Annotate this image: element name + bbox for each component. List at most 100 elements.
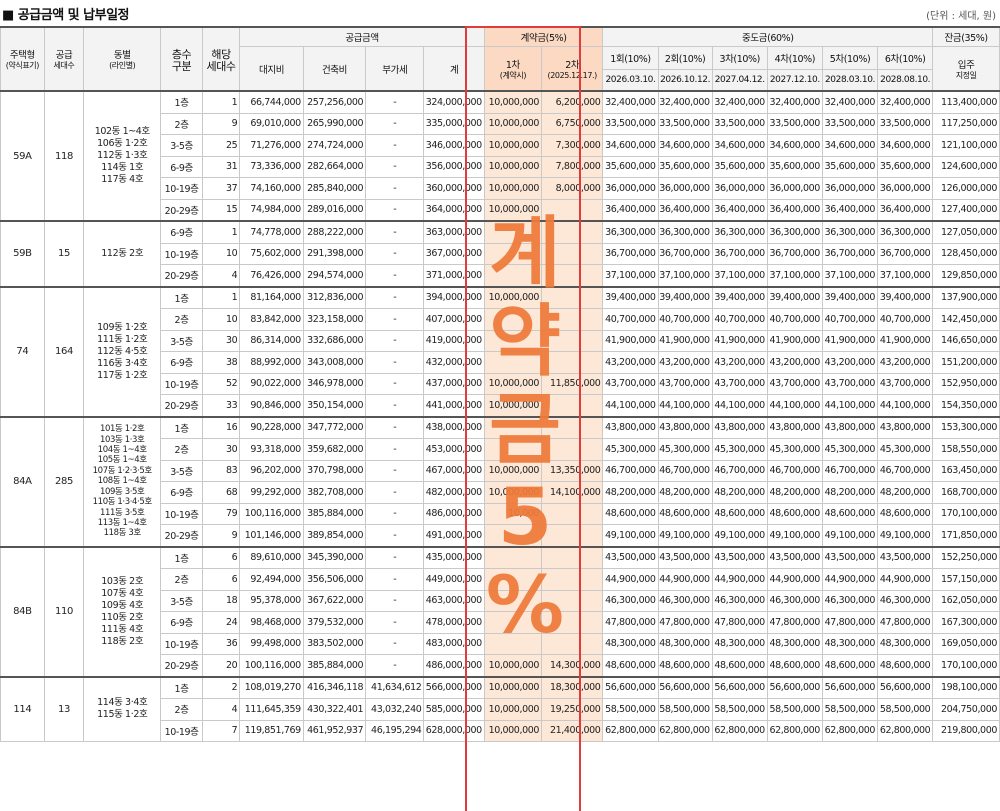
cell-mid-3: 46,700,000	[711, 459, 768, 482]
cell-build: 430,322,401	[302, 698, 367, 721]
cell-count: 9	[201, 112, 241, 135]
cell-build: 461,952,937	[302, 719, 367, 742]
cell-contract-1: 10,000,000	[483, 719, 543, 742]
cell-mid-2: 37,100,000	[657, 264, 713, 287]
cell-build: 382,708,000	[302, 481, 367, 504]
dong-line: 112동 2호	[101, 247, 144, 259]
cell-mid-6: 58,500,000	[877, 698, 934, 721]
cell-balance: 124,600,000	[932, 155, 1000, 178]
cell-balance: 127,400,000	[932, 198, 1000, 222]
cell-mid-3: 58,500,000	[711, 698, 768, 721]
cell-build: 346,978,000	[302, 372, 367, 395]
cell-count: 7	[201, 719, 241, 742]
cell-land: 99,498,000	[239, 632, 304, 655]
cell-build: 288,222,000	[302, 220, 367, 244]
cell-contract-1: 10,000,000	[483, 372, 543, 395]
cell-mid-2: 33,500,000	[657, 112, 713, 135]
cell-mid-6: 39,400,000	[877, 285, 934, 309]
cell-mid-5: 47,800,000	[821, 611, 879, 634]
cell-balance: 168,700,000	[932, 481, 1000, 504]
cell-mid-6: 36,000,000	[877, 177, 934, 200]
cell-contract-2	[541, 220, 604, 244]
cell-vat: -	[365, 415, 425, 439]
cell-build: 345,390,000	[302, 545, 367, 569]
cell-mid-3: 47,800,000	[711, 611, 768, 634]
cell-balance: 113,400,000	[932, 90, 1000, 114]
cell-mid-2: 46,700,000	[657, 459, 713, 482]
cell-mid-2: 35,600,000	[657, 155, 713, 178]
cell-total: 585,000,000	[423, 698, 485, 721]
cell-balance: 163,450,000	[932, 459, 1000, 482]
cell-land: 90,022,000	[239, 372, 304, 395]
cell-mid-5: 33,500,000	[821, 112, 879, 135]
cell-floor: 6-9층	[160, 220, 203, 244]
cell-total: 367,000,000	[423, 242, 485, 265]
cell-land: 71,276,000	[239, 134, 304, 157]
cell-type: 59B	[0, 220, 45, 287]
cell-mid-6: 36,300,000	[877, 220, 934, 244]
cell-balance: 121,100,000	[932, 134, 1000, 157]
cell-balance: 167,300,000	[932, 611, 1000, 634]
cell-mid-4: 40,700,000	[766, 308, 823, 331]
dong-line: 115동 1·2호	[97, 709, 148, 721]
cell-land: 89,610,000	[239, 545, 304, 569]
cell-supply: 15	[43, 220, 85, 287]
cell-vat: 41,634,612	[365, 675, 425, 699]
cell-mid-3: 41,900,000	[711, 329, 768, 352]
header-vat: 부가세	[365, 46, 425, 92]
cell-mid-3: 46,300,000	[711, 589, 768, 612]
cell-mid-1: 36,000,000	[602, 177, 659, 200]
cell-land: 96,202,000	[239, 459, 304, 482]
cell-contract-1	[483, 242, 543, 265]
cell-contract-1: 10,000,000	[483, 112, 543, 135]
cell-floor: 10-19층	[160, 242, 203, 265]
cell-total: 335,000,000	[423, 112, 485, 135]
header-mid-date-5: 2028.03.10.	[821, 69, 879, 92]
header-mid-date-2: 2026.10.12.	[657, 69, 713, 92]
cell-vat: -	[365, 264, 425, 287]
cell-floor: 20-29층	[160, 198, 203, 222]
cell-build: 416,346,118	[302, 675, 367, 699]
cell-mid-3: 48,200,000	[711, 481, 768, 504]
cell-vat: -	[365, 285, 425, 309]
cell-contract-1	[483, 632, 543, 655]
cell-total: 363,000,000	[423, 220, 485, 244]
cell-mid-4: 44,100,000	[766, 394, 823, 417]
cell-vat: -	[365, 654, 425, 677]
cell-floor: 3-5층	[160, 589, 203, 612]
dong-line: 109동 3·5호	[99, 486, 145, 497]
cell-floor: 10-19층	[160, 632, 203, 655]
dong-line: 103동 2호	[101, 575, 144, 587]
cell-build: 356,506,000	[302, 568, 367, 591]
cell-mid-4: 35,600,000	[766, 155, 823, 178]
cell-mid-3: 44,100,000	[711, 394, 768, 417]
header-contract-1: 1차 (계약시)	[483, 46, 543, 92]
cell-contract-2	[541, 545, 604, 569]
cell-build: 312,836,000	[302, 285, 367, 309]
cell-mid-1: 47,800,000	[602, 611, 659, 634]
dong-line: 106동 1·2호	[97, 138, 148, 149]
cell-contract-2: 6,200,000	[541, 90, 604, 114]
header-mid-date-3: 2027.04.12.	[711, 69, 768, 92]
cell-contract-2	[541, 438, 604, 461]
dong-line: 107동 4호	[101, 587, 144, 599]
cell-total: 360,000,000	[423, 177, 485, 200]
cell-count: 24	[201, 611, 241, 634]
cell-contract-1	[483, 611, 543, 634]
cell-build: 385,884,000	[302, 654, 367, 677]
cell-land: 90,228,000	[239, 415, 304, 439]
cell-mid-4: 37,100,000	[766, 264, 823, 287]
cell-total: 364,000,000	[423, 198, 485, 222]
cell-mid-2: 45,300,000	[657, 438, 713, 461]
cell-mid-4: 36,300,000	[766, 220, 823, 244]
cell-vat: -	[365, 112, 425, 135]
cell-mid-2: 46,300,000	[657, 589, 713, 612]
cell-mid-1: 48,200,000	[602, 481, 659, 504]
cell-build: 370,798,000	[302, 459, 367, 482]
cell-contract-2: 18,300,000	[541, 675, 604, 699]
cell-mid-3: 36,300,000	[711, 220, 768, 244]
cell-contract-1	[483, 568, 543, 591]
cell-floor: 3-5층	[160, 329, 203, 352]
cell-mid-4: 44,900,000	[766, 568, 823, 591]
cell-contract-2	[541, 611, 604, 634]
